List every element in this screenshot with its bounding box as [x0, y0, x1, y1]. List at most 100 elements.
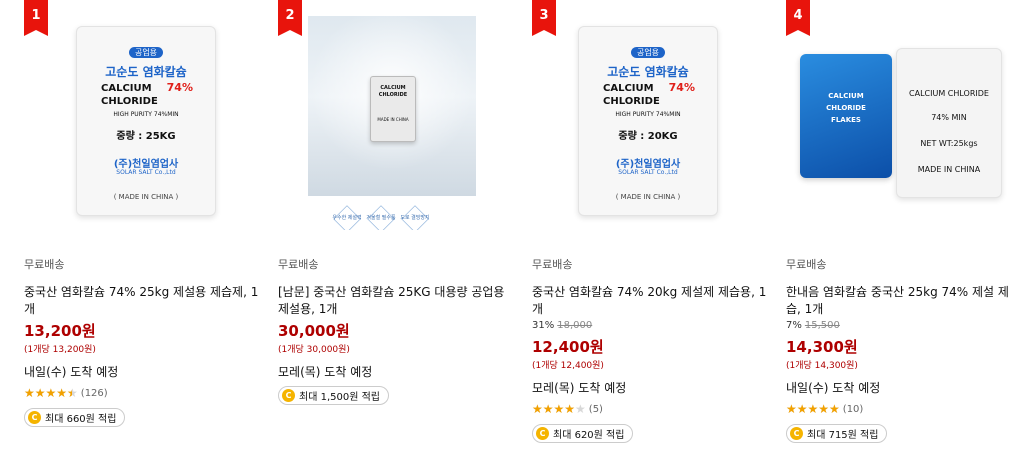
product-image[interactable]: 공업용 고순도 염화칼슘 CALCIUM 74% CHLORIDE HIGH P… [24, 0, 254, 230]
blue-bag-image: CALCIUM CHLORIDE FLAKES [800, 54, 892, 178]
review-count: (10) [842, 403, 864, 415]
shipping-label: 무료배송 [278, 258, 319, 271]
bag-purity: 74% [668, 81, 695, 94]
product-title[interactable]: 중국산 염화칼슘 74% 25kg 제설용 제습제, 1개 [24, 284, 259, 318]
rank-badge: 2 [278, 0, 302, 36]
rating: ★★★★★★★★★★ (5) [532, 402, 767, 416]
shipping-label: 무료배송 [24, 258, 65, 271]
bag-sub: HIGH PURITY 74%MIN [615, 111, 681, 118]
small-bag-text: MADE IN CHINA [377, 117, 409, 122]
bag-footer: ( MADE IN CHINA ) [615, 193, 681, 201]
bag-name-line: CHLORIDE [101, 96, 158, 107]
unit-price: (1개당 13,200원) [24, 345, 96, 355]
rank-badge: 1 [24, 0, 48, 36]
coin-icon: C [282, 389, 295, 402]
product-card[interactable]: 공업용 고순도 염화칼슘 CALCIUM 74% CHLORIDE HIGH P… [24, 0, 264, 464]
discount-row: 7% 15,500 [786, 320, 1021, 334]
white-bag-text: NET WT:25kgs [920, 139, 978, 148]
product-info: 무료배송 한내음 염화칼슘 중국산 25kg 74% 제설 제습, 1개 7% 1… [786, 256, 1021, 443]
discount-row: 31% 18,000 [532, 320, 767, 334]
white-bag-text: MADE IN CHINA [917, 165, 981, 174]
product-info: 무료배송 [남문] 중국산 염화칼슘 25KG 대용량 공업용 제설용, 1개 … [278, 256, 513, 405]
rank-badge: 4 [786, 0, 810, 36]
snow-scene-image: CALCIUM CHLORIDE MADE IN CHINA [308, 16, 476, 196]
product-title[interactable]: [남문] 중국산 염화칼슘 25KG 대용량 공업용 제설용, 1개 [278, 284, 513, 318]
unit-price: (1개당 14,300원) [786, 361, 858, 371]
price: 30,000원 [278, 322, 350, 340]
delivery-estimate: 내일(수) 도착 예정 [786, 381, 881, 395]
white-bag-text: CALCIUM CHLORIDE [909, 89, 989, 98]
shipping-label: 무료배송 [786, 258, 827, 271]
bag-badge: 공업용 [630, 47, 666, 58]
star-rating: ★★★★★★★★★★ [786, 402, 840, 416]
reward-text: 최대 620원 적립 [553, 430, 625, 441]
bag-sub: HIGH PURITY 74%MIN [113, 111, 179, 118]
product-card[interactable]: 공업용 고순도 염화칼슘 CALCIUM 74% CHLORIDE HIGH P… [532, 0, 772, 464]
small-bag-text: CHLORIDE [378, 92, 408, 98]
reward-text: 최대 715원 적립 [807, 430, 879, 441]
blue-bag-text: FLAKES [831, 116, 861, 124]
product-title[interactable]: 중국산 염화칼슘 74% 20kg 제설제 제습용, 1개 [532, 284, 767, 318]
product-card[interactable]: CALCIUM CHLORIDE MADE IN CHINA 우수한 제설력 겨… [278, 0, 518, 464]
star-rating: ★★★★★★★★★★ [532, 402, 586, 416]
product-grid: 공업용 고순도 염화칼슘 CALCIUM 74% CHLORIDE HIGH P… [0, 0, 1024, 464]
bag-purity: 74% [166, 81, 193, 94]
blue-bag-text: CALCIUM [828, 92, 864, 100]
original-price: 18,000 [557, 320, 593, 331]
review-count: (126) [80, 387, 108, 399]
bag-heading: 고순도 염화칼슘 [607, 65, 689, 79]
price: 14,300원 [786, 338, 858, 356]
rank-badge: 3 [532, 0, 556, 36]
bag-heading: 고순도 염화칼슘 [105, 65, 187, 79]
bag-weight: 중량 : 20KG [618, 131, 678, 142]
coin-icon: C [536, 427, 549, 440]
review-count: (5) [588, 403, 603, 415]
coin-icon: C [790, 427, 803, 440]
product-image[interactable]: CALCIUM CHLORIDE FLAKES CALCIUM CHLORIDE… [786, 0, 1016, 230]
reward-text: 최대 1,500원 적립 [299, 392, 380, 403]
reward-badge: C 최대 715원 적립 [786, 424, 888, 443]
white-bag-text: 74% MIN [931, 113, 967, 122]
product-info: 무료배송 중국산 염화칼슘 74% 20kg 제설제 제습용, 1개 31% 18… [532, 256, 767, 443]
rating: ★★★★★ ★★★★★ (10) [786, 402, 1021, 416]
feature-icon: 도로 결빙방지 [400, 215, 430, 221]
shipping-label: 무료배송 [532, 258, 573, 271]
delivery-estimate: 모레(목) 도착 예정 [532, 381, 627, 395]
bag-company-en: SOLAR SALT Co.,Ltd [116, 169, 176, 176]
product-image[interactable]: CALCIUM CHLORIDE MADE IN CHINA 우수한 제설력 겨… [278, 0, 508, 230]
original-price: 15,500 [804, 320, 840, 331]
product-card[interactable]: CALCIUM CHLORIDE FLAKES CALCIUM CHLORIDE… [786, 0, 1024, 464]
bag-company: (주)천일염업사 [113, 159, 179, 170]
discount-rate: 7% [786, 320, 802, 331]
product-image[interactable]: 공업용 고순도 염화칼슘 CALCIUM 74% CHLORIDE HIGH P… [532, 0, 762, 230]
bag-company: (주)천일염업사 [615, 159, 681, 170]
star-rating: ★★★★★★★★★★ [24, 386, 78, 400]
delivery-estimate: 내일(수) 도착 예정 [24, 365, 119, 379]
reward-badge: C 최대 620원 적립 [532, 424, 634, 443]
bag-company-en: SOLAR SALT Co.,Ltd [618, 169, 678, 176]
salt-bag-image: 공업용 고순도 염화칼슘 CALCIUM 74% CHLORIDE HIGH P… [76, 26, 216, 216]
discount-rate: 31% [532, 320, 555, 331]
bag-badge: 공업용 [128, 47, 164, 58]
small-bag-text: CALCIUM [380, 85, 406, 91]
delivery-estimate: 모레(목) 도착 예정 [278, 365, 373, 379]
bag-footer: ( MADE IN CHINA ) [113, 193, 179, 201]
unit-price: (1개당 30,000원) [278, 345, 350, 355]
product-info: 무료배송 중국산 염화칼슘 74% 25kg 제설용 제습제, 1개 13,20… [24, 256, 259, 427]
coin-icon: C [28, 411, 41, 424]
white-bag-image: CALCIUM CHLORIDE 74% MIN NET WT:25kgs MA… [896, 48, 1002, 198]
bag-name-line: CHLORIDE [603, 96, 660, 107]
blue-bag-text: CHLORIDE [826, 104, 866, 112]
feature-icon: 겨울철 필수품 [366, 215, 396, 221]
price: 13,200원 [24, 322, 96, 340]
price: 12,400원 [532, 338, 604, 356]
reward-badge: C 최대 660원 적립 [24, 408, 126, 427]
reward-text: 최대 660원 적립 [45, 414, 117, 425]
reward-badge: C 최대 1,500원 적립 [278, 386, 389, 405]
unit-price: (1개당 12,400원) [532, 361, 604, 371]
small-bag-image: CALCIUM CHLORIDE MADE IN CHINA [370, 76, 416, 142]
salt-bag-image: 공업용 고순도 염화칼슘 CALCIUM 74% CHLORIDE HIGH P… [578, 26, 718, 216]
feature-icon: 우수한 제설력 [332, 215, 362, 221]
product-title[interactable]: 한내음 염화칼슘 중국산 25kg 74% 제설 제습, 1개 [786, 284, 1021, 318]
bag-weight: 중량 : 25KG [116, 131, 176, 142]
